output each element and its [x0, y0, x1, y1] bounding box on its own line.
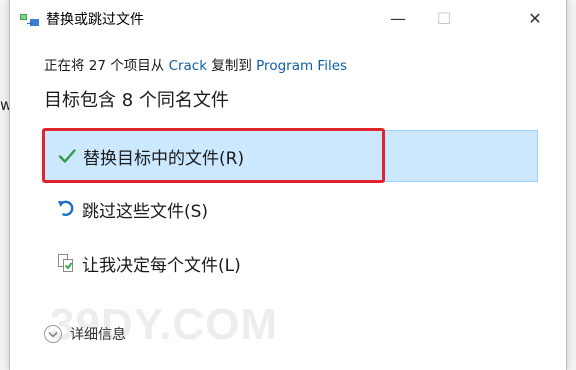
decide-each-file-option[interactable]: 让我决定每个文件(L): [44, 238, 538, 290]
chevron-down-icon: [44, 325, 62, 343]
check-icon: [57, 146, 77, 166]
title-bar[interactable]: 替换或跳过文件 — ☐ ✕: [10, 0, 566, 36]
decide-files-icon: [56, 253, 76, 273]
skip-files-label: 跳过这些文件(S): [82, 202, 209, 222]
skip-files-option[interactable]: 跳过这些文件(S): [44, 184, 538, 236]
file-copy-icon: [20, 12, 40, 26]
more-details-label: 详细信息: [70, 327, 126, 343]
decide-each-file-label: 让我决定每个文件(L): [82, 256, 241, 276]
copy-status-middle: 复制到: [207, 58, 257, 74]
conflict-heading: 目标包含 8 个同名文件: [44, 90, 229, 111]
dialog-title: 替换或跳过文件: [46, 12, 144, 28]
minimize-button[interactable]: —: [375, 0, 421, 36]
maximize-button[interactable]: ☐: [421, 0, 467, 36]
replace-or-skip-dialog: 替换或跳过文件 — ☐ ✕ 正在将 27 个项目从 Crack 复制到 Prog…: [9, 0, 567, 370]
destination-folder-link[interactable]: Program Files: [256, 58, 347, 74]
source-folder-link[interactable]: Crack: [169, 58, 208, 74]
replace-files-option[interactable]: 替换目标中的文件(R): [44, 130, 538, 182]
skip-arrow-icon: [56, 199, 76, 219]
copy-status-prefix: 正在将 27 个项目从: [44, 58, 169, 74]
replace-files-label: 替换目标中的文件(R): [83, 149, 245, 169]
more-details-toggle[interactable]: 详细信息: [44, 322, 126, 346]
close-button[interactable]: ✕: [512, 0, 558, 36]
copy-status-line: 正在将 27 个项目从 Crack 复制到 Program Files: [44, 54, 347, 74]
